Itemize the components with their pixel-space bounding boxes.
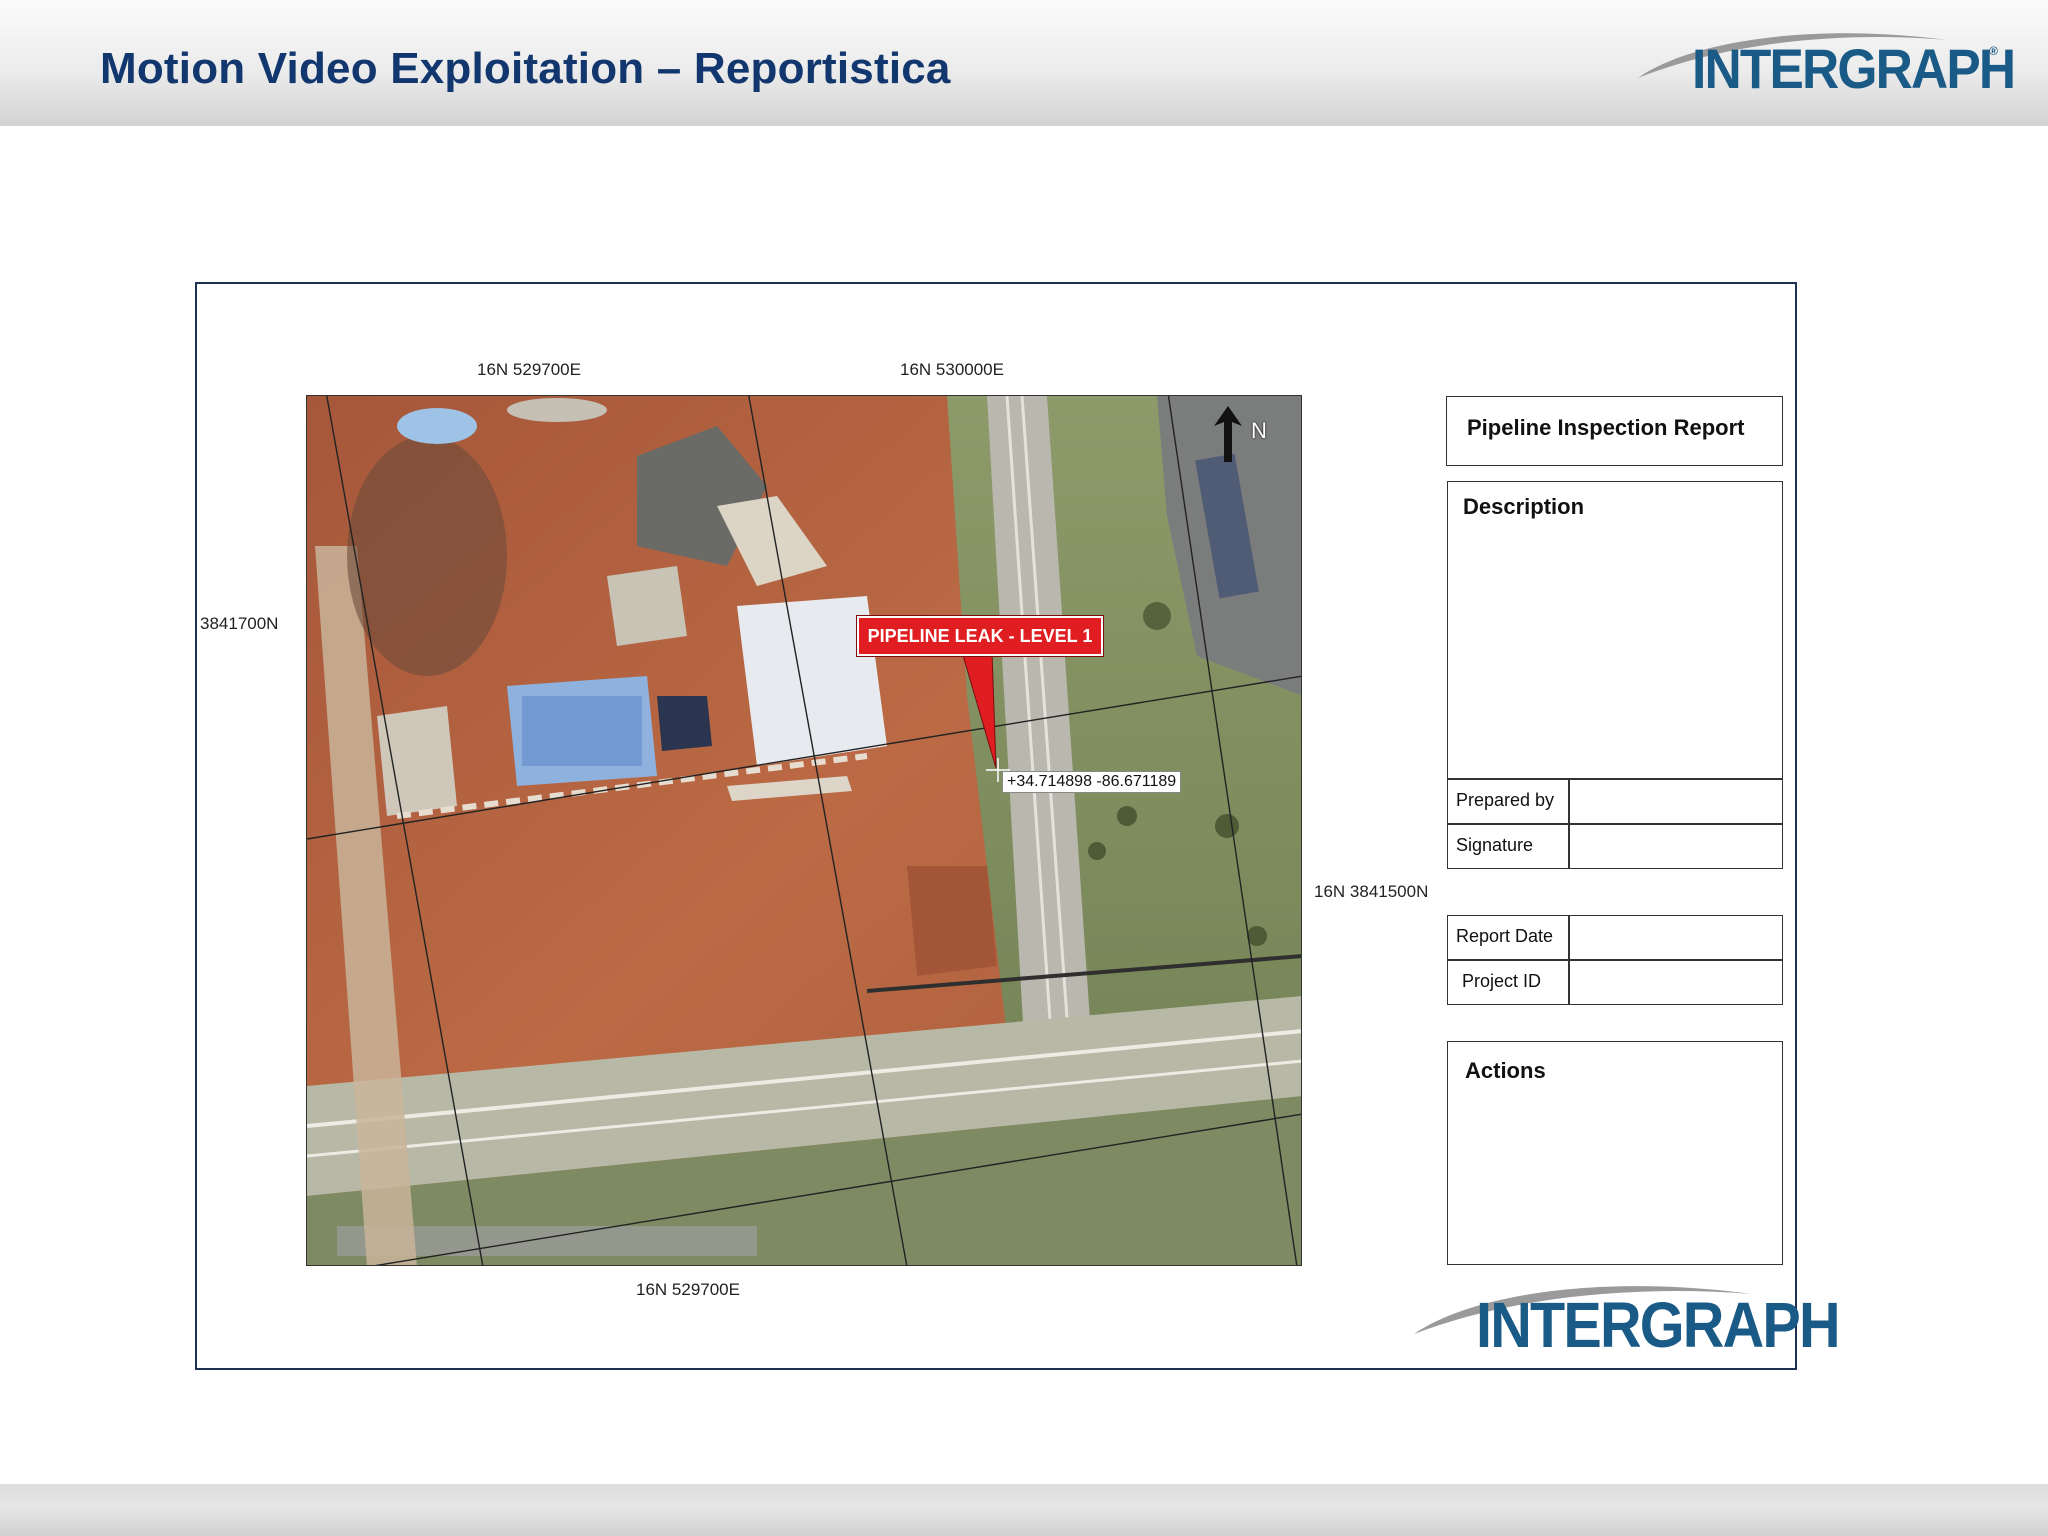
grid-label-right: 16N 3841500N bbox=[1314, 882, 1429, 901]
report-date-label: Report Date bbox=[1456, 926, 1554, 946]
prepared-by-label: Prepared by bbox=[1456, 790, 1555, 810]
logo-wordmark: INTERGRAPH bbox=[1476, 1289, 1841, 1361]
actions-box[interactable]: Actions bbox=[1447, 1041, 1783, 1265]
coordinate-readout: +34.714898 -86.671189 bbox=[1002, 771, 1182, 793]
grid-label-bottom: 16N 529700E bbox=[636, 1280, 740, 1299]
signature-field[interactable]: Signature bbox=[1447, 824, 1783, 869]
pipeline-leak-callout[interactable]: PIPELINE LEAK - LEVEL 1 bbox=[856, 615, 1104, 657]
slide-footer bbox=[0, 1484, 2048, 1536]
field-divider bbox=[1568, 961, 1570, 1004]
description-box[interactable]: Description bbox=[1447, 481, 1783, 779]
field-divider bbox=[1568, 825, 1570, 868]
project-id-label: Project ID bbox=[1462, 971, 1542, 991]
field-divider bbox=[1568, 916, 1570, 959]
prepared-by-field[interactable]: Prepared by bbox=[1447, 779, 1783, 824]
intergraph-logo-report: INTERGRAPH bbox=[1412, 1274, 1841, 1364]
field-divider bbox=[1568, 780, 1570, 823]
north-label: N bbox=[1251, 418, 1267, 443]
report-title: Pipeline Inspection Report bbox=[1467, 415, 1745, 440]
actions-label: Actions bbox=[1465, 1058, 1546, 1083]
report-title-box: Pipeline Inspection Report bbox=[1446, 396, 1783, 466]
project-id-field[interactable]: Project ID bbox=[1447, 960, 1783, 1005]
description-label: Description bbox=[1463, 494, 1585, 519]
signature-label: Signature bbox=[1456, 835, 1534, 855]
north-arrow-icon bbox=[1214, 406, 1242, 462]
report-date-field[interactable]: Report Date bbox=[1447, 915, 1783, 960]
